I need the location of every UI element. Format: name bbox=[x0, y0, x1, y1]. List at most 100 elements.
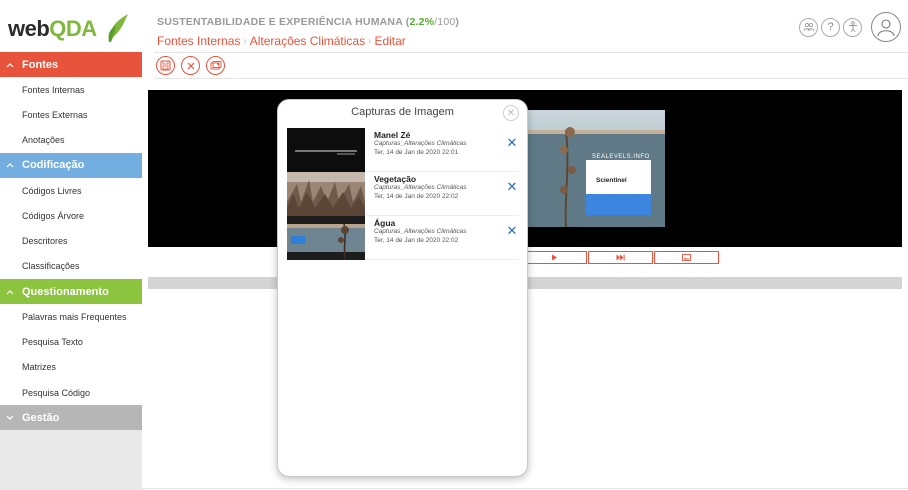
chevron-up-icon bbox=[6, 287, 20, 297]
play-icon bbox=[552, 254, 557, 261]
toolbar bbox=[156, 56, 225, 75]
capture-info: Vegetação Capturas_Alterações Climáticas… bbox=[374, 172, 466, 215]
sidebar-item-pesquisa-texto[interactable]: Pesquisa Texto bbox=[0, 329, 142, 354]
save-icon bbox=[160, 60, 171, 71]
video-controls bbox=[522, 251, 719, 264]
top-icons: ? bbox=[799, 12, 908, 42]
modal-close-button[interactable]: ✕ bbox=[503, 105, 519, 121]
person-icon bbox=[848, 21, 857, 33]
capture-date: Ter, 14 de Jan de 2020 22:02 bbox=[374, 193, 459, 200]
captures-button[interactable] bbox=[206, 56, 225, 75]
delete-capture-button[interactable]: ✕ bbox=[505, 223, 519, 238]
sidebar-item-fontes-internas[interactable]: Fontes Internas bbox=[0, 77, 142, 102]
capture-thumbnail[interactable] bbox=[287, 172, 365, 216]
modal-title: Capturas de Imagem bbox=[351, 106, 454, 118]
project-name: SUSTENTABILIDADE E EXPERIÊNCIA HUMANA bbox=[157, 16, 403, 28]
sidebar-items-questionamento: Palavras mais Frequentes Pesquisa Texto … bbox=[0, 304, 142, 406]
breadcrumb-item-alteracoes[interactable]: Alterações Climáticas bbox=[250, 34, 365, 48]
chevron-right-icon: › bbox=[243, 35, 247, 47]
help-button[interactable]: ? bbox=[821, 17, 840, 37]
sidebar-section-label: Questionamento bbox=[22, 285, 109, 298]
capture-thumbnail[interactable] bbox=[287, 128, 365, 172]
captures-list: Manel Zé Capturas_Alterações Climáticas … bbox=[287, 128, 519, 260]
save-button[interactable] bbox=[156, 56, 175, 75]
capture-source: Capturas_Alterações Climáticas bbox=[374, 140, 467, 147]
capture-source: Capturas_Alterações Climáticas bbox=[374, 228, 467, 235]
breadcrumb-item-fontes-internas[interactable]: Fontes Internas bbox=[157, 34, 240, 48]
sidebar-item-classificacoes[interactable]: Classificações bbox=[0, 254, 142, 279]
capture-item: Manel Zé Capturas_Alterações Climáticas … bbox=[287, 128, 519, 172]
accessibility-button[interactable] bbox=[843, 17, 862, 37]
close-icon: ✕ bbox=[506, 107, 516, 119]
sidebar-item-descritores[interactable]: Descritores bbox=[0, 228, 142, 253]
capture-item: Vegetação Capturas_Alterações Climáticas… bbox=[287, 172, 519, 216]
cancel-button[interactable] bbox=[181, 56, 200, 75]
leaf-logo-icon bbox=[108, 14, 128, 42]
app-window: web QDA Fontes Fontes Internas Fontes Ext… bbox=[0, 0, 908, 490]
capture-thumbnail[interactable] bbox=[287, 216, 365, 260]
sidebar-section-questionamento[interactable]: Questionamento bbox=[0, 279, 142, 305]
sidebar-section-label: Codificação bbox=[22, 159, 85, 172]
capture-name: Manel Zé bbox=[374, 130, 411, 140]
sidebar-section-label: Gestão bbox=[22, 411, 60, 424]
logo-qda: QDA bbox=[49, 16, 97, 41]
project-title: SUSTENTABILIDADE E EXPERIÊNCIA HUMANA (2… bbox=[157, 16, 459, 28]
chevron-up-icon bbox=[6, 160, 20, 170]
sidebar-item-codigos-arvore[interactable]: Códigos Árvore bbox=[0, 203, 142, 228]
chevron-right-icon: › bbox=[368, 35, 372, 47]
sidebar-section-gestao[interactable]: Gestão bbox=[0, 405, 142, 431]
divider bbox=[142, 488, 908, 489]
sidebar-items-codificacao: Códigos Livres Códigos Árvore Descritore… bbox=[0, 177, 142, 280]
sidebar-item-matrizes[interactable]: Matrizes bbox=[0, 355, 142, 380]
delete-capture-button[interactable]: ✕ bbox=[505, 179, 519, 194]
chevron-down-icon bbox=[6, 413, 20, 423]
video-frame: SEALEVELS.INFO Scientinel bbox=[526, 110, 665, 227]
capture-button[interactable] bbox=[654, 251, 719, 264]
sidebar: web QDA Fontes Fontes Internas Fontes Ext… bbox=[0, 0, 142, 490]
image-icon bbox=[682, 254, 691, 261]
breadcrumb-item-editar[interactable]: Editar bbox=[374, 34, 405, 48]
capture-image bbox=[287, 128, 365, 172]
images-icon bbox=[210, 60, 221, 69]
video-frame-image bbox=[526, 110, 665, 227]
capture-item: Água Capturas_Alterações Climáticas Ter,… bbox=[287, 216, 519, 260]
sidebar-item-palavras-frequentes[interactable]: Palavras mais Frequentes bbox=[0, 304, 142, 329]
capture-image bbox=[287, 172, 365, 216]
captures-modal: Capturas de Imagem ✕ Manel Zé Capturas_A… bbox=[277, 99, 528, 477]
overlay-site: SEALEVELS.INFO bbox=[592, 154, 650, 160]
user-icon bbox=[877, 19, 895, 37]
user-avatar[interactable] bbox=[871, 12, 901, 42]
overlay-brand: Scientinel bbox=[596, 177, 627, 184]
close-icon: ✕ bbox=[506, 223, 518, 238]
project-progress: (2.2%/100) bbox=[405, 16, 460, 28]
breadcrumb: Fontes Internas › Alterações Climáticas … bbox=[157, 34, 406, 48]
capture-info: Água Capturas_Alterações Climáticas Ter,… bbox=[374, 216, 466, 259]
capture-date: Ter, 14 de Jan de 2020 22:02 bbox=[374, 237, 459, 244]
capture-source: Capturas_Alterações Climáticas bbox=[374, 184, 467, 191]
sidebar-item-anotacoes[interactable]: Anotações bbox=[0, 128, 142, 153]
sidebar-section-label: Fontes bbox=[22, 58, 59, 71]
sidebar-nav: Fontes Fontes Internas Fontes Externas A… bbox=[0, 52, 142, 431]
logo[interactable]: web QDA bbox=[8, 14, 97, 44]
divider bbox=[154, 52, 908, 53]
forward-button[interactable] bbox=[588, 251, 653, 264]
close-icon: ✕ bbox=[506, 135, 518, 150]
sidebar-section-fontes[interactable]: Fontes bbox=[0, 52, 142, 77]
sidebar-item-fontes-externas[interactable]: Fontes Externas bbox=[0, 102, 142, 127]
group-button[interactable] bbox=[799, 17, 818, 37]
header: SUSTENTABILIDADE E EXPERIÊNCIA HUMANA (2… bbox=[142, 0, 908, 79]
chevron-up-icon bbox=[6, 60, 20, 70]
sidebar-section-codificacao[interactable]: Codificação bbox=[0, 152, 142, 178]
sidebar-item-pesquisa-codigo[interactable]: Pesquisa Código bbox=[0, 380, 142, 405]
capture-name: Vegetação bbox=[374, 174, 417, 184]
sidebar-item-codigos-livres[interactable]: Códigos Livres bbox=[0, 178, 142, 203]
capture-info: Manel Zé Capturas_Alterações Climáticas … bbox=[374, 128, 466, 171]
project-pct: 2.2% bbox=[409, 16, 435, 28]
sidebar-items-fontes: Fontes Internas Fontes Externas Anotaçõe… bbox=[0, 77, 142, 153]
close-icon bbox=[187, 62, 194, 69]
play-button[interactable] bbox=[522, 251, 587, 264]
question-icon: ? bbox=[827, 21, 834, 33]
capture-name: Água bbox=[374, 218, 396, 228]
close-icon: ✕ bbox=[506, 179, 518, 194]
delete-capture-button[interactable]: ✕ bbox=[505, 135, 519, 150]
